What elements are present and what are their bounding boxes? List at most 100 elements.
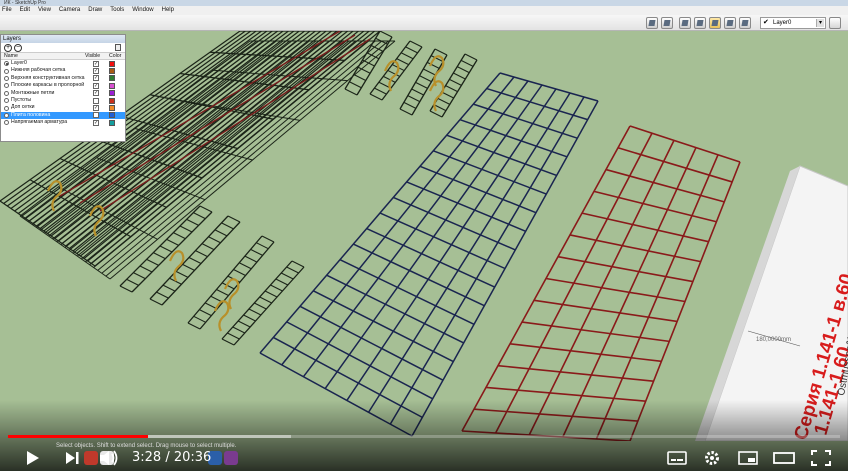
layer-row[interactable]: Пустоты [1, 97, 125, 104]
details-arrow-icon[interactable] [115, 44, 121, 51]
model-scene: 180,0000mmСерия 1.141-1 в.601.141-1.60Os… [0, 31, 848, 441]
layer-row[interactable]: Layer0 ✓ [1, 60, 125, 67]
layers-dialog-tools: + − [1, 43, 125, 53]
layer-name: Напрягаемая арматура [11, 119, 68, 126]
layer-visible-checkbox[interactable]: ✓ [93, 68, 99, 75]
play-icon[interactable] [22, 449, 42, 467]
layers-dialog-title: Layers [1, 35, 125, 43]
layer-visible-checkbox[interactable] [93, 112, 99, 119]
active-layer-radio[interactable] [4, 83, 9, 89]
menu-file[interactable]: File [2, 6, 12, 15]
active-layer-radio[interactable] [4, 90, 9, 96]
layer-color-swatch[interactable] [109, 90, 115, 97]
next-icon[interactable] [62, 449, 82, 467]
current-layer-select[interactable]: ✔ Layer0 ▾ [760, 17, 826, 29]
layers-dialog: Layers + − Name Visible Color Layer0 ✓ Ниж… [0, 34, 126, 142]
layer-name: Нижняя рабочая сетка [11, 67, 66, 74]
layer-color-swatch[interactable] [109, 97, 115, 104]
layer-row[interactable]: Доп сетки ✓ [1, 104, 125, 112]
menu-edit[interactable]: Edit [20, 6, 30, 15]
layer-name-cell[interactable]: Верхняя конструктивная сетка [1, 75, 85, 82]
layer-row[interactable]: Монтажные петли ✓ [1, 90, 125, 97]
hidden-line-icon[interactable] [709, 17, 721, 29]
layer-name-cell[interactable]: Пустоты [1, 97, 85, 104]
shaded-textures-icon[interactable] [739, 17, 751, 29]
theater-mode-icon[interactable] [773, 449, 795, 467]
layer-color-swatch[interactable] [109, 119, 115, 126]
layers-column-headers: Name Visible Color [1, 53, 125, 60]
shaded-icon[interactable] [724, 17, 736, 29]
volume-icon[interactable] [98, 449, 120, 467]
layer-color-swatch[interactable] [109, 82, 115, 89]
xray-icon[interactable] [679, 17, 691, 29]
layer-row[interactable]: Плита половина [1, 111, 125, 120]
layer-name-cell[interactable]: Напрягаемая арматура [1, 119, 85, 126]
active-layer-radio[interactable] [4, 68, 9, 74]
menu-camera[interactable]: Camera [59, 6, 80, 15]
settings-gear-icon[interactable] [702, 449, 722, 467]
wireframe-icon[interactable] [694, 17, 706, 29]
layer-name-cell[interactable]: Монтажные петли [1, 90, 85, 97]
progress-played [8, 435, 148, 438]
layer-row[interactable]: Верхняя конструктивная сетка ✓ [1, 75, 125, 82]
layer-visible-cell: ✓ [85, 75, 109, 82]
column-color[interactable]: Color [109, 53, 125, 59]
layers-list: Layer0 ✓ Нижняя рабочая сетка ✓ Верхняя конс… [1, 60, 125, 127]
layer-color-cell [109, 112, 125, 119]
fullscreen-icon[interactable] [810, 449, 832, 467]
active-layer-radio[interactable] [4, 98, 9, 104]
menu-tools[interactable]: Tools [110, 6, 124, 15]
menu-window[interactable]: Window [132, 6, 153, 15]
delete-layer-icon[interactable]: − [14, 44, 22, 52]
active-layer-radio[interactable] [4, 105, 9, 111]
layer-color-cell [109, 119, 125, 126]
layer-name-cell[interactable]: Доп сетки [1, 104, 85, 111]
layer-color-cell [109, 75, 125, 82]
menu-help[interactable]: Help [162, 6, 174, 15]
layer-row[interactable]: Напрягаемая арматура ✓ [1, 119, 125, 126]
layer-visible-checkbox[interactable]: ✓ [93, 60, 99, 67]
layer-visible-checkbox[interactable]: ✓ [93, 90, 99, 97]
layer-name: Доп сетки [11, 104, 35, 111]
layer-color-cell [109, 105, 125, 112]
layer-color-cell [109, 90, 125, 97]
layer-color-swatch[interactable] [109, 68, 115, 75]
layer-color-swatch[interactable] [109, 75, 115, 82]
layer-name-cell[interactable]: Нижняя рабочая сетка [1, 67, 85, 74]
layer-row[interactable]: Плоские каркасы в пролорной з ✓ [1, 82, 125, 89]
textured-box-icon[interactable] [661, 17, 673, 29]
layer-visible-checkbox[interactable]: ✓ [93, 119, 99, 126]
chevron-down-icon[interactable]: ▾ [816, 19, 824, 27]
layer-visible-checkbox[interactable]: ✓ [93, 105, 99, 112]
layer-color-cell [109, 82, 125, 89]
video-progress-bar[interactable] [8, 435, 840, 438]
active-layer-radio[interactable] [4, 120, 9, 126]
add-layer-icon[interactable]: + [4, 44, 12, 52]
menu-draw[interactable]: Draw [88, 6, 102, 15]
layer-visible-cell: ✓ [85, 119, 109, 126]
layer-name-cell[interactable]: Layer0 [1, 60, 85, 67]
layer-visible-checkbox[interactable] [93, 97, 99, 104]
layer-color-swatch[interactable] [109, 105, 115, 112]
column-visible[interactable]: Visible [85, 53, 109, 59]
layer-manager-button[interactable] [829, 17, 841, 29]
layer-name-cell[interactable]: Плита половина [1, 112, 85, 119]
layer-name-cell[interactable]: Плоские каркасы в пролорной з [1, 82, 85, 89]
layer-visible-cell: ✓ [85, 68, 109, 75]
layer-name: Layer0 [11, 60, 27, 66]
layer-visible-checkbox[interactable]: ✓ [93, 82, 99, 89]
layer-color-swatch[interactable] [109, 60, 115, 67]
layer-color-swatch[interactable] [109, 112, 115, 119]
active-layer-radio[interactable] [4, 75, 9, 81]
active-layer-radio[interactable] [4, 112, 9, 118]
column-name[interactable]: Name [1, 53, 85, 59]
active-layer-radio[interactable] [4, 61, 9, 67]
menu-view[interactable]: View [38, 6, 51, 15]
layer-row[interactable]: Нижняя рабочая сетка ✓ [1, 67, 125, 75]
layer-visible-checkbox[interactable]: ✓ [93, 75, 99, 82]
miniplayer-icon[interactable] [737, 449, 759, 467]
shaded-box-icon[interactable] [646, 17, 658, 29]
model-viewport[interactable]: 180,0000mmСерия 1.141-1 в.601.141-1.60Os… [0, 31, 848, 441]
layer-name: Плита половина [11, 111, 51, 118]
subtitles-icon[interactable] [666, 449, 688, 467]
